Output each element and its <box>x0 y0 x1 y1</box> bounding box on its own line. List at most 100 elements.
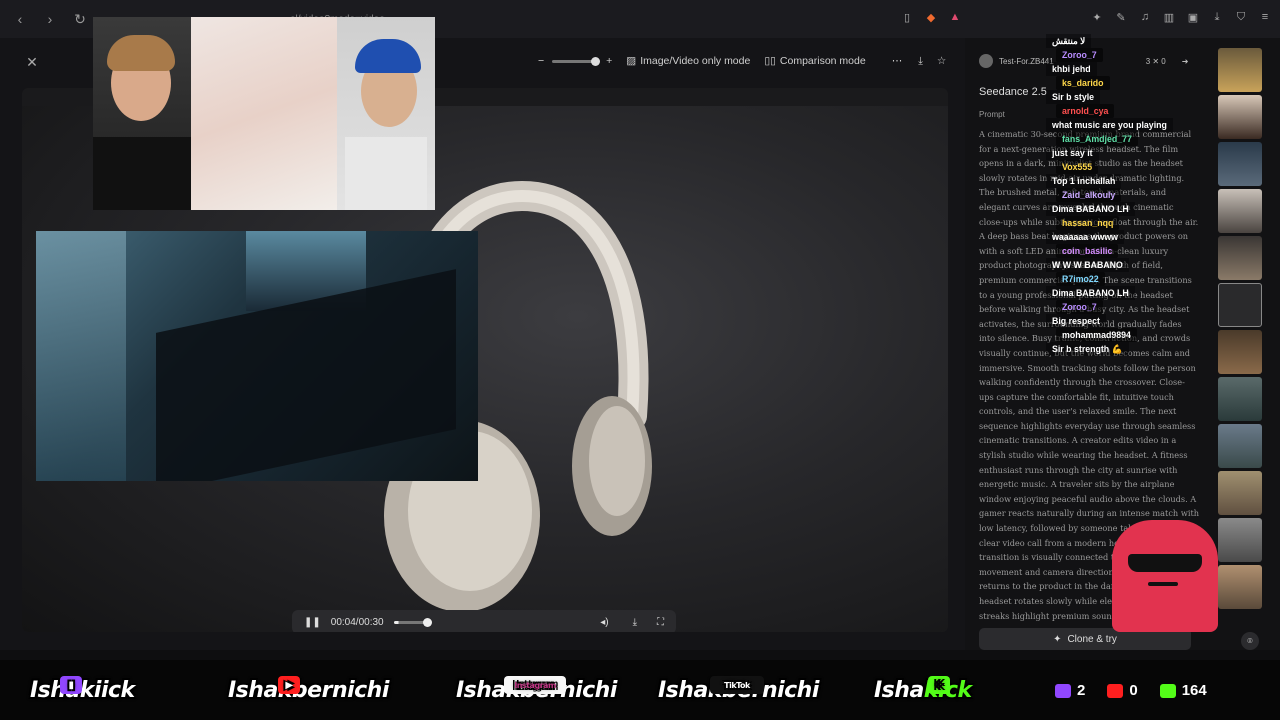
chat-user-line: Zoroo_7 <box>1046 48 1221 62</box>
thumbnail[interactable] <box>1218 95 1262 139</box>
download-video-icon[interactable]: ⤓ <box>633 617 637 628</box>
gameplay-door <box>36 231 126 481</box>
chat-message: لا منتقش <box>1046 34 1092 48</box>
chat-username: R7imo22 <box>1056 272 1105 286</box>
youtube-name: Ishakbernichi <box>228 678 389 703</box>
youtube-icon: ▶ <box>278 676 300 694</box>
download-icon[interactable]: ⤓ <box>918 55 923 68</box>
thumbnail[interactable] <box>1218 142 1262 186</box>
video-progress-bar[interactable] <box>393 617 432 627</box>
instagram-handle: Instagram Ishakbernichi <box>456 676 617 703</box>
bottom-spacer <box>0 650 965 660</box>
progress-knob[interactable] <box>422 617 432 627</box>
chat-user-line: R7imo22 <box>1046 272 1221 286</box>
chat-username: Zoroo_7 <box>1056 48 1103 62</box>
kick-count: 164 <box>1181 682 1207 699</box>
image-video-mode-label: Image/Video only mode <box>640 55 751 67</box>
video-time: 00:04/00:30 <box>330 616 384 628</box>
chat-message-line: Dima BABANO LH <box>1046 286 1221 300</box>
pause-icon[interactable]: ❚❚ <box>304 617 321 628</box>
wallet-icon[interactable]: ▣ <box>1186 10 1200 24</box>
thumbnail[interactable] <box>1218 330 1262 374</box>
chat-user-line: fans_Amdjed_77 <box>1046 132 1221 146</box>
image-video-mode-button[interactable]: ▨ Image/Video only mode <box>626 55 750 67</box>
chat-username: hassan_nqq <box>1056 216 1120 230</box>
download-icon[interactable]: ⤓ <box>1210 10 1224 24</box>
zoom-slider-knob[interactable] <box>591 56 601 66</box>
streamer-hair <box>107 35 175 71</box>
facecam-overlay <box>93 17 435 210</box>
zoom-slider[interactable] <box>552 56 601 66</box>
scroll-top-icon[interactable]: ⌾ <box>1241 632 1259 650</box>
puzzle-icon[interactable]: ✦ <box>1090 10 1104 24</box>
thumbnail[interactable] <box>1218 471 1262 515</box>
chat-message: Big respect <box>1046 314 1106 328</box>
kick-name-prefix: Isha <box>874 678 924 703</box>
more-icon[interactable]: ⋯ <box>892 55 903 67</box>
back-icon[interactable]: ‹ <box>10 9 30 29</box>
thumbnail-list <box>1218 48 1262 609</box>
thumbnail[interactable] <box>1218 377 1262 421</box>
kick-icon: K <box>928 676 950 694</box>
thumbnail[interactable] <box>1218 236 1262 280</box>
chat-username: Vox555 <box>1056 160 1099 174</box>
chat-message: just say it <box>1046 146 1099 160</box>
sidebar-icon[interactable]: ▥ <box>1162 10 1176 24</box>
chat-message-line: لا منتقش <box>1046 34 1221 48</box>
avatar[interactable] <box>979 54 993 68</box>
chat-username: mohammad9894 <box>1056 328 1137 342</box>
forward-icon[interactable]: › <box>40 9 60 29</box>
comparison-mode-button[interactable]: ▯▯ Comparison mode <box>764 55 865 67</box>
youtube-viewers: 0 <box>1107 682 1138 699</box>
viewer-toolbar: − + ▨ Image/Video only mode ▯▯ Compariso… <box>538 50 946 72</box>
compare-icon: ▯▯ <box>764 55 776 67</box>
chat-message: waaaaaa wwww <box>1046 230 1125 244</box>
music-icon[interactable]: ♫ <box>1138 10 1152 24</box>
thumbnail[interactable] <box>1218 424 1262 468</box>
reload-icon[interactable]: ↻ <box>70 9 90 29</box>
thumbnail[interactable] <box>1218 518 1262 562</box>
menu-icon[interactable]: ≡ <box>1258 10 1272 24</box>
comparison-mode-label: Comparison mode <box>779 55 866 67</box>
chat-message-line: waaaaaa wwww <box>1046 230 1221 244</box>
chat-user-line: Zoroo_7 <box>1046 300 1221 314</box>
fullscreen-icon[interactable]: ⛶ <box>657 617 664 628</box>
volume-icon[interactable]: ◂) <box>600 617 608 628</box>
chat-user-line: mohammad9894 <box>1046 328 1221 342</box>
kick-handle: K Ishakick <box>874 676 972 703</box>
favorite-icon[interactable]: ☆ <box>937 55 946 67</box>
thumbnail[interactable] <box>1218 48 1262 92</box>
guest-cam <box>337 17 435 210</box>
chat-message-line: Sir b strength 💪 <box>1046 342 1221 356</box>
chat-message: Dima BABANO LH <box>1046 286 1135 300</box>
bookmark-icon[interactable]: ▯ <box>900 10 914 24</box>
chat-user-line: arnold_cya <box>1046 104 1221 118</box>
stream-banner: ▮ Ishakiick ▶ Ishakbernichi Instagram Is… <box>0 660 1280 720</box>
brave-rewards-icon[interactable]: ▲ <box>948 10 962 24</box>
chat-username: Zaid_alkouly <box>1056 188 1122 202</box>
zoom-out-button[interactable]: − <box>538 55 544 67</box>
gameplay-character <box>156 269 456 481</box>
chat-message: khbi jehd <box>1046 62 1097 76</box>
sparkle-icon: ✦ <box>1053 633 1062 645</box>
thumbnail[interactable] <box>1218 565 1262 609</box>
chat-message-line: Dima BABANO LH <box>1046 202 1221 216</box>
brave-shield-icon[interactable]: ◆ <box>924 10 938 24</box>
kick-viewers: 164 <box>1159 682 1207 699</box>
middle-cam <box>191 17 337 210</box>
chat-overlay: لا منتقش Zoroo_7 khbi jehd ks_darido Sir b s… <box>1046 34 1221 356</box>
chat-message-line: what music are you playing <box>1046 118 1221 132</box>
guest-shirt <box>345 137 427 210</box>
kick-small-icon <box>1159 683 1176 698</box>
ghost-mascot <box>1112 520 1218 632</box>
thumbnail-selected[interactable] <box>1218 283 1262 327</box>
thumbnail[interactable] <box>1218 189 1262 233</box>
shield-icon[interactable]: ⛉ <box>1234 10 1248 24</box>
close-icon[interactable]: ✕ <box>22 52 42 72</box>
chat-username: arnold_cya <box>1056 104 1115 118</box>
streamer-cam <box>93 17 191 210</box>
brush-icon[interactable]: ✎ <box>1114 10 1128 24</box>
twitch-handle: ▮ Ishakiick <box>30 676 135 703</box>
streamer-shirt <box>93 137 191 210</box>
zoom-in-button[interactable]: + <box>606 55 612 67</box>
